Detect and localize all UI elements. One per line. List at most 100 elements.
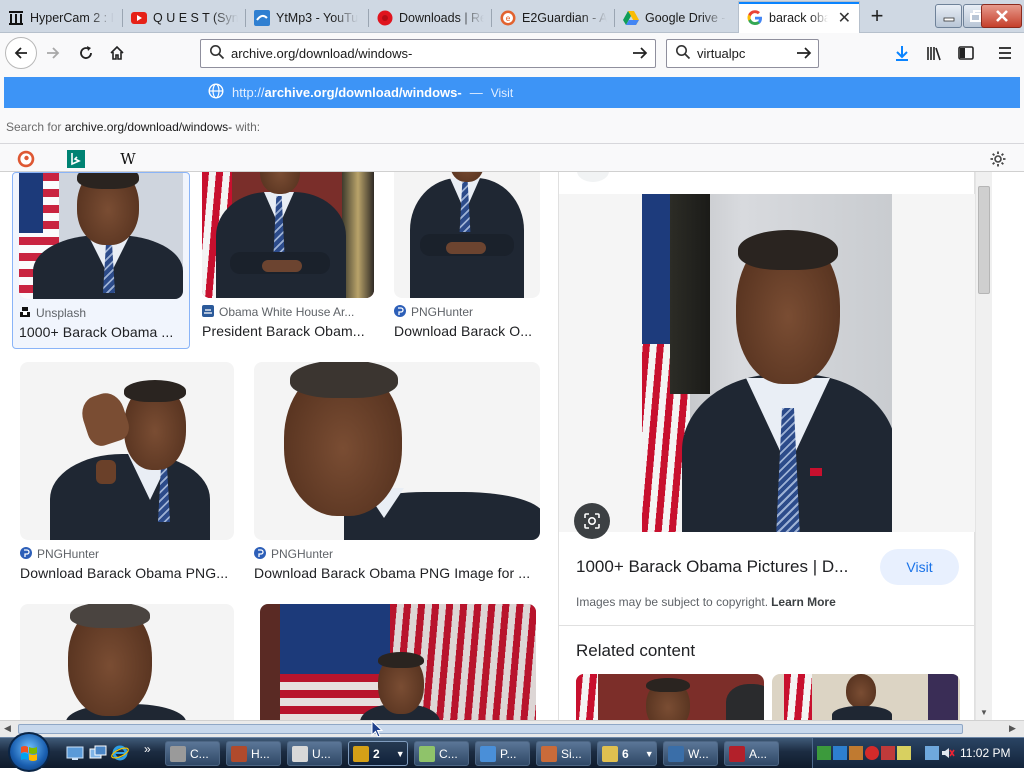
show-desktop-icon[interactable] [66,744,84,762]
image-result-card[interactable]: PNGHunter Download Barack O... [394,172,540,339]
library-icon[interactable] [923,42,945,64]
tray-app-icon[interactable] [817,746,831,760]
volume-muted-icon[interactable] [941,746,955,760]
taskbar-item[interactable]: C... [414,741,469,766]
pnghunter-icon [254,546,266,562]
preview-header [559,172,976,194]
image-caption[interactable]: Download Barack O... [394,323,540,339]
tray-app-icon[interactable] [833,746,847,760]
image-result-card[interactable]: PNGHunter Download Barack Obama PNG... [20,362,234,581]
go-arrow-icon[interactable] [795,44,813,65]
taskbar-item-label: Si... [561,746,582,761]
taskbar-item[interactable]: A... [724,741,779,766]
image-result-card[interactable]: PNGHunter Download Barack Obama PNG Imag… [254,362,540,581]
url-input[interactable] [231,46,621,61]
taskbar-item-group-active[interactable]: 2 ▼ [348,741,408,766]
taskbar-item-label: 2 [373,746,380,761]
scroll-left-arrow-icon[interactable]: ◀ [4,723,11,734]
visit-button[interactable]: Visit [880,549,959,585]
tray-app-icon[interactable] [897,746,911,760]
tab-ytmp3[interactable]: YtMp3 - YouTu [246,2,369,33]
learn-more-link[interactable]: Learn More [771,595,836,609]
taskbar-item-label: W... [688,746,709,761]
taskbar-item-label: P... [500,746,517,761]
image-result-card[interactable] [20,604,234,720]
downloads-icon[interactable] [891,42,913,64]
related-content-heading: Related content [576,641,696,660]
related-image[interactable] [772,674,960,720]
reload-button[interactable] [71,38,101,68]
image-result-card[interactable] [260,604,536,720]
youtube-icon [131,10,147,26]
duckduckgo-icon[interactable] [17,150,35,168]
tab-downloads[interactable]: Downloads | Re [369,2,492,33]
tab-e2guardian[interactable]: e E2Guardian - A [492,2,615,33]
image-result-card[interactable]: Unsplash 1000+ Barack Obama ... [12,172,190,349]
horizontal-scrollbar[interactable]: ◀ ▶ [0,720,1024,737]
menu-icon[interactable] [994,42,1016,64]
preview-title[interactable]: 1000+ Barack Obama Pictures | D... [576,557,866,577]
bing-icon[interactable] [67,150,85,168]
ytmp3-icon [254,9,270,26]
unsplash-icon [19,306,31,321]
start-button[interactable] [8,732,50,772]
taskbar-item-label: C... [190,746,209,761]
image-result-card[interactable]: Obama White House Ar... President Barack… [202,172,374,339]
switch-windows-icon[interactable] [89,744,107,762]
url-suggestion-row[interactable]: http:// archive.org/download/windows- — … [4,77,1020,108]
forward-button[interactable] [38,38,68,68]
taskbar-item[interactable]: H... [226,741,281,766]
lens-search-button[interactable] [574,503,610,539]
new-tab-button[interactable]: + [864,4,890,30]
tray-app-icon[interactable] [881,746,895,760]
taskbar-item[interactable]: U... [287,741,342,766]
taskbar-item[interactable]: W... [663,741,718,766]
back-button[interactable] [5,37,37,69]
google-icon [747,10,763,26]
tab-title: Google Drive - [645,10,726,25]
tab-quest[interactable]: Q U E S T (Synt [123,2,246,33]
image-caption[interactable]: Download Barack Obama PNG... [20,565,234,581]
search-input[interactable] [697,46,787,61]
image-caption[interactable]: 1000+ Barack Obama ... [19,324,183,340]
image-thumbnail [254,362,540,540]
tab-hypercam[interactable]: HyperCam 2 : I [0,2,123,33]
taskbar-item[interactable]: C... [165,741,220,766]
image-caption[interactable]: President Barack Obam... [202,323,374,339]
close-tab-icon[interactable]: ✕ [838,8,851,28]
tray-app-icon[interactable] [849,746,863,760]
url-bar[interactable] [200,39,656,68]
tab-barack-obama[interactable]: barack oba ✕ [738,1,860,34]
related-image[interactable] [576,674,764,720]
internet-explorer-icon[interactable] [111,744,129,762]
tray-app-icon[interactable] [865,746,879,760]
scroll-right-arrow-icon[interactable]: ▶ [1009,723,1016,734]
source-name: PNGHunter [411,305,474,319]
image-caption[interactable]: Download Barack Obama PNG Image for ... [254,565,540,581]
sidebar-icon[interactable] [955,42,977,64]
pnghunter-icon [394,304,406,320]
horizontal-scrollbar-thumb[interactable] [18,724,963,734]
source-name: Obama White House Ar... [219,305,355,319]
tab-google-drive[interactable]: Google Drive - [615,2,738,33]
dropdown-arrow-icon: ▼ [395,748,405,759]
minimize-button[interactable] [935,4,962,28]
close-window-button[interactable] [981,4,1022,28]
taskbar-item-group[interactable]: 6 ▼ [597,741,657,766]
go-arrow-icon[interactable] [631,44,649,65]
taskbar-item[interactable]: Si... [536,741,591,766]
wikipedia-icon[interactable]: W [118,150,138,168]
network-icon[interactable] [925,746,939,760]
vertical-scrollbar-thumb[interactable] [978,186,990,294]
divider [559,625,976,626]
search-settings-gear-icon[interactable] [989,150,1007,168]
tab-strip: HyperCam 2 : I Q U E S T (Synt YtMp3 - Y… [0,0,1024,34]
preview-image-area[interactable] [559,194,976,539]
search-bar[interactable] [666,39,819,68]
quick-launch-expand-icon[interactable]: » [144,742,151,756]
clock[interactable]: 11:02 PM [960,746,1010,760]
svg-text:e: e [506,14,511,23]
home-button[interactable] [102,38,132,68]
vertical-scrollbar[interactable]: ▼ [975,172,992,720]
taskbar-item[interactable]: P... [475,741,530,766]
